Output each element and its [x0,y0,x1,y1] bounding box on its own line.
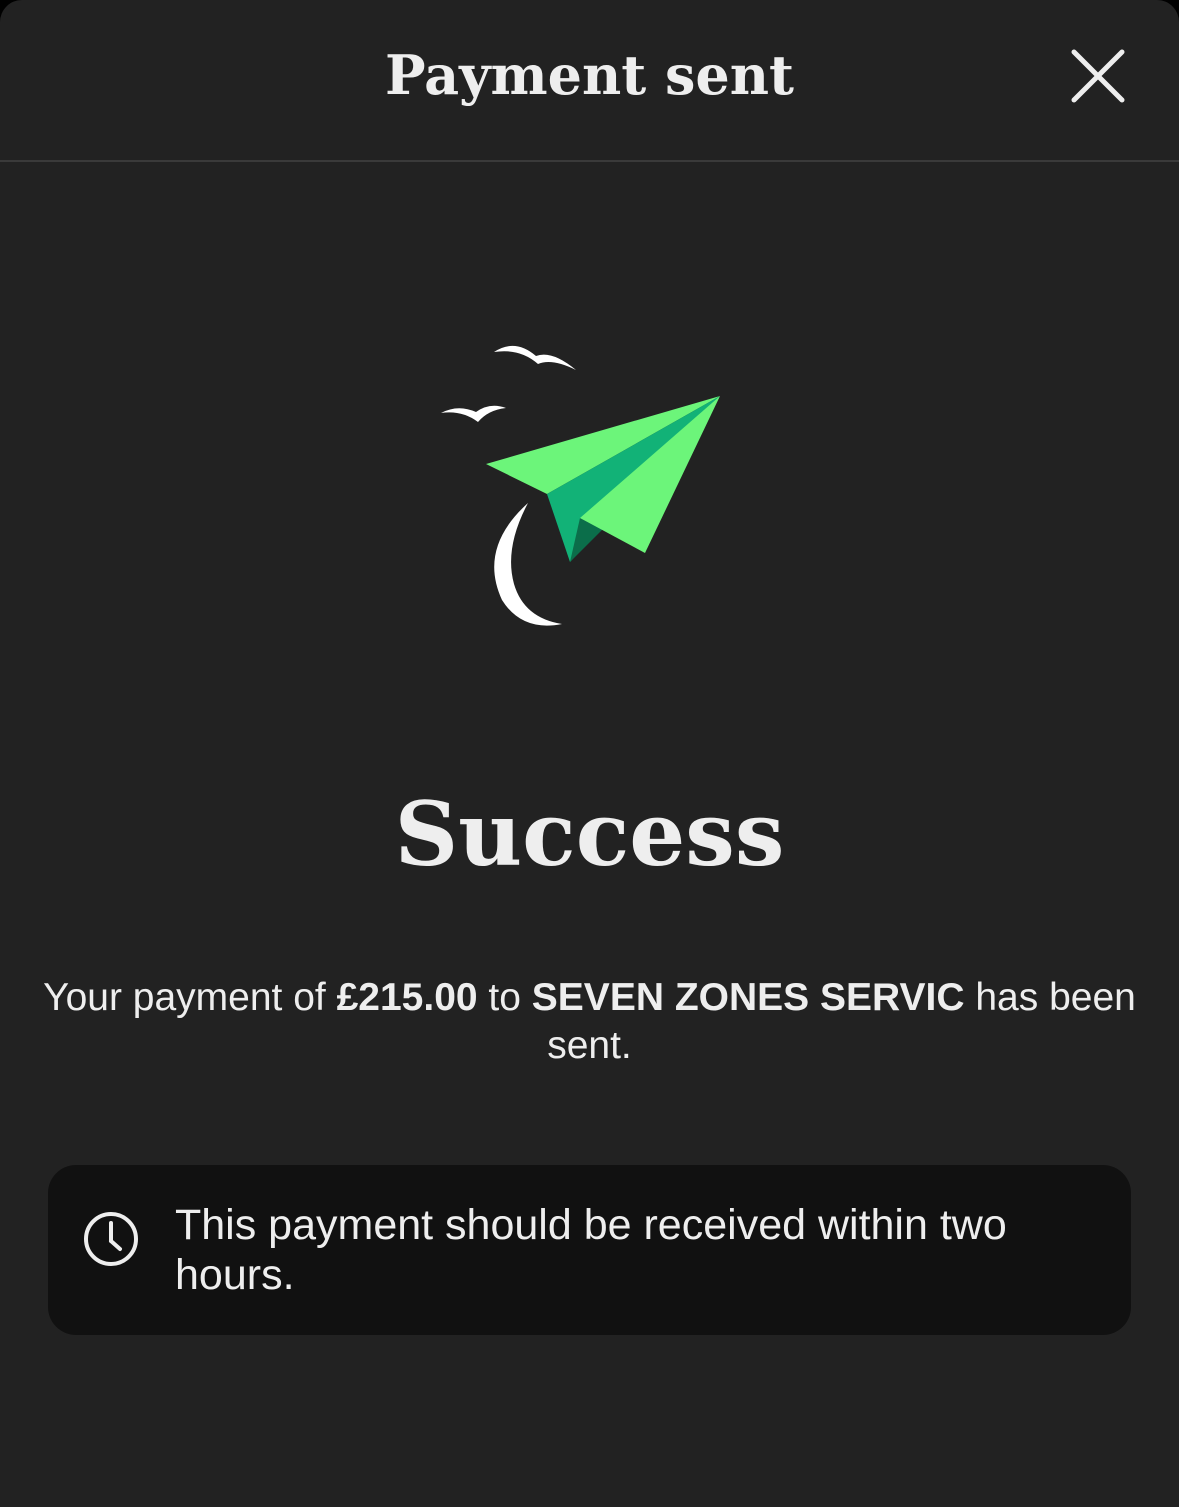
swoosh-icon [494,503,562,626]
bird-icon [441,405,506,422]
bird-icon [494,345,576,370]
message-prefix: Your payment of [43,976,337,1019]
paper-plane-icon [441,345,720,626]
clock-icon [84,1212,138,1266]
sheet-header: Payment sent [0,0,1179,162]
message-middle: to [477,976,532,1019]
payment-sent-sheet: Payment sent Success Your payment of £21… [0,0,1179,1507]
success-title: Success [394,782,785,886]
payment-amount: £215.00 [336,976,478,1019]
delivery-notice-text: This payment should be received within t… [175,1201,1007,1299]
close-icon [1071,49,1125,103]
page-title: Payment sent [385,43,794,107]
close-button[interactable] [1060,40,1136,116]
payee-name: SEVEN ZONES SERVIC [531,976,965,1019]
payment-message: Your payment of £215.00 to SEVEN ZONES S… [40,974,1139,1070]
